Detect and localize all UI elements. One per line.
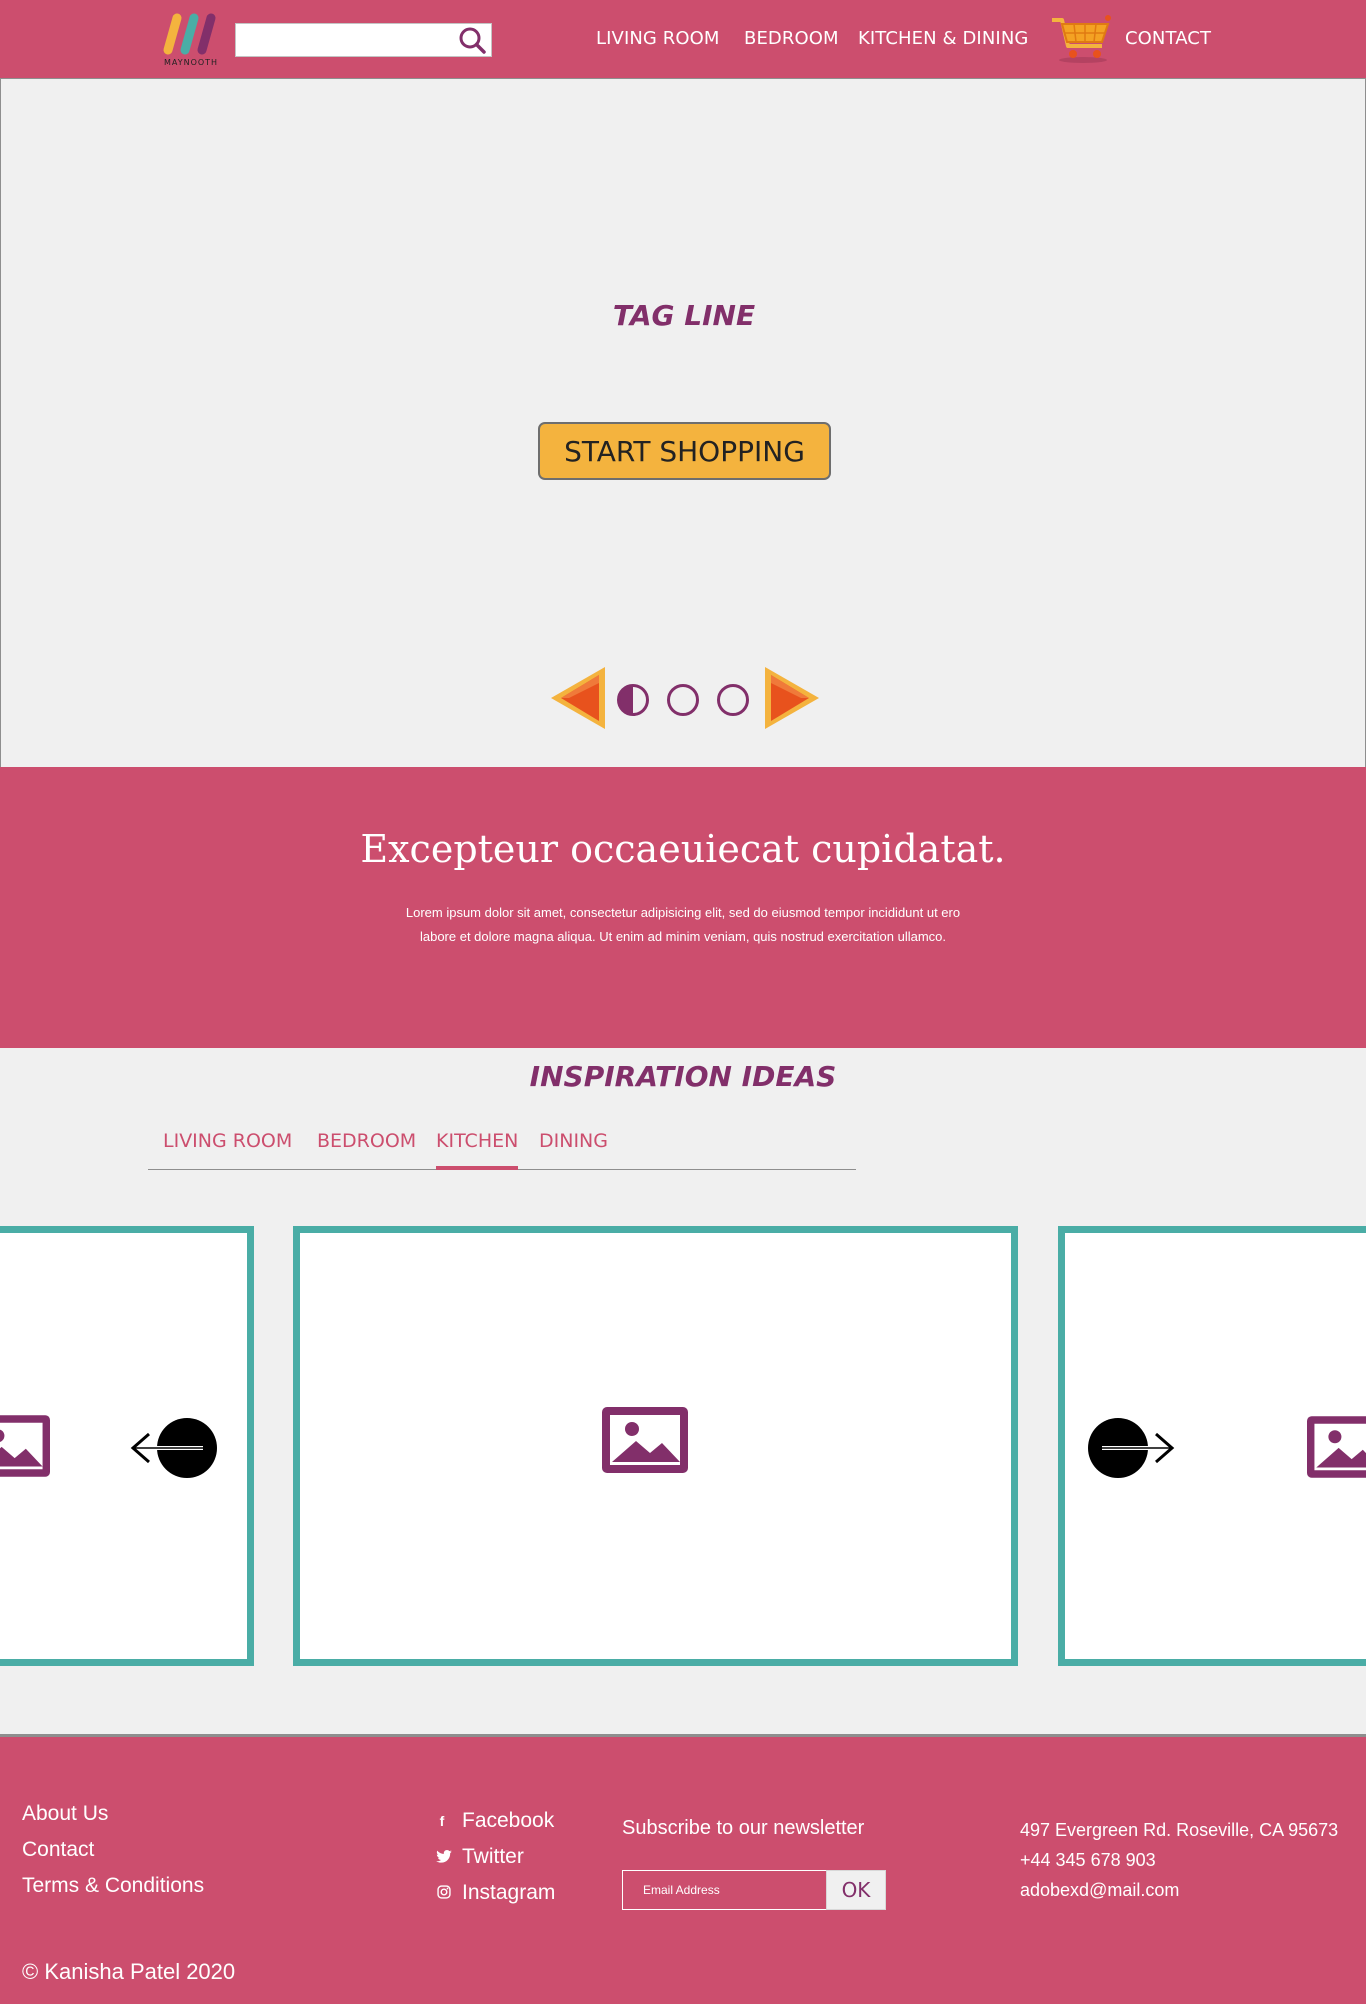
search-icon[interactable] <box>457 26 487 56</box>
site-header: MAYNOOTH LIVING ROOM BEDROOM KITCHEN & D… <box>0 0 1366 79</box>
footer-phone: +44 345 678 903 <box>1020 1850 1156 1870</box>
slider-dot-2[interactable] <box>667 684 699 716</box>
image-placeholder-icon <box>0 1415 50 1477</box>
hero-tagline: TAG LINE <box>612 299 756 332</box>
tab-kitchen[interactable]: KITCHEN <box>436 1130 519 1170</box>
nav-bedroom[interactable]: BEDROOM <box>744 28 839 49</box>
logo-wordmark: MAYNOOTH <box>163 58 219 67</box>
inspiration-tabs: LIVING ROOM BEDROOM KITCHEN DINING <box>148 1130 856 1170</box>
footer-social-twitter[interactable]: Twitter <box>462 1845 524 1869</box>
footer-link-contact[interactable]: Contact <box>22 1838 94 1862</box>
newsletter-label: Subscribe to our newsletter <box>622 1817 865 1839</box>
footer-link-terms[interactable]: Terms & Conditions <box>22 1874 204 1898</box>
inspiration-title: INSPIRATION IDEAS <box>529 1060 837 1093</box>
image-placeholder-icon <box>1307 1416 1366 1478</box>
promo-body-text: Lorem ipsum dolor sit amet, consectetur … <box>405 905 961 944</box>
inspiration-card-left[interactable] <box>0 1226 254 1666</box>
nav-living-room[interactable]: LIVING ROOM <box>596 28 720 49</box>
tab-living-room[interactable]: LIVING ROOM <box>163 1130 292 1168</box>
nav-contact[interactable]: CONTACT <box>1125 28 1211 49</box>
shopping-cart-icon[interactable] <box>1050 14 1112 64</box>
nav-kitchen-dining[interactable]: KITCHEN & DINING <box>858 28 1028 49</box>
slider-prev-arrow-icon[interactable] <box>547 663 607 733</box>
instagram-icon <box>437 1885 451 1899</box>
image-placeholder-icon <box>602 1407 688 1473</box>
promo-title: Excepteur occaeuiecat cupidatat. <box>360 827 1006 871</box>
newsletter-email-input[interactable] <box>623 1871 823 1909</box>
footer-social-facebook[interactable]: Facebook <box>462 1809 554 1833</box>
promo-section: Excepteur occaeuiecat cupidatat. Lorem i… <box>0 767 1366 1048</box>
slider-dot-1[interactable] <box>617 684 649 716</box>
hero-slider: TAG LINE START SHOPPING <box>0 79 1366 767</box>
start-shopping-button[interactable]: START SHOPPING <box>538 422 831 480</box>
twitter-icon <box>436 1850 452 1863</box>
footer-email[interactable]: adobexd@mail.com <box>1020 1880 1179 1901</box>
footer-link-about-us[interactable]: About Us <box>22 1802 108 1826</box>
carousel-next-arrow-icon[interactable] <box>1080 1415 1180 1481</box>
inspiration-card-main[interactable] <box>293 1226 1018 1666</box>
slider-next-arrow-icon[interactable] <box>763 663 823 733</box>
search-bar <box>235 23 492 57</box>
maynooth-logo[interactable]: MAYNOOTH <box>158 12 224 70</box>
footer-address: 497 Evergreen Rd. Roseville, CA 95673 <box>1020 1820 1339 1840</box>
search-input[interactable] <box>236 24 451 56</box>
tab-bedroom[interactable]: BEDROOM <box>317 1130 416 1168</box>
slider-dot-3[interactable] <box>717 684 749 716</box>
footer-social-instagram[interactable]: Instagram <box>462 1881 555 1905</box>
facebook-icon: f <box>439 1813 445 1829</box>
tab-dining[interactable]: DINING <box>539 1130 608 1168</box>
carousel-prev-arrow-icon[interactable] <box>125 1415 225 1481</box>
copyright: © Kanisha Patel 2020 <box>22 1959 236 1984</box>
newsletter-ok-button[interactable]: OK <box>826 1870 886 1910</box>
inspiration-card-right[interactable] <box>1058 1226 1366 1666</box>
site-footer: About Us Contact Terms & Conditions f Fa… <box>0 1734 1366 2004</box>
